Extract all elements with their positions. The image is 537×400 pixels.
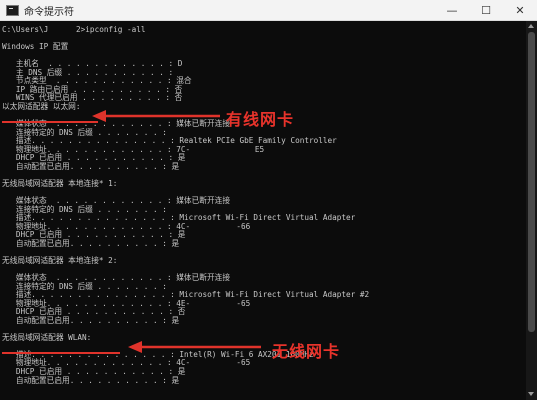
- close-button[interactable]: ✕: [503, 0, 537, 20]
- terminal-line: C:\Users\J 2>ipconfig -all: [2, 25, 146, 34]
- terminal-output[interactable]: C:\Users\J 2>ipconfig -all Windows IP 配置 …: [1, 22, 525, 400]
- terminal-line: 自动配置已启用. . . . . . . . . . : 是: [2, 238, 180, 248]
- wired-label: 有线网卡: [226, 110, 295, 129]
- scroll-thumb[interactable]: [528, 32, 535, 332]
- scroll-down-arrow-icon[interactable]: [528, 392, 534, 396]
- minimize-button[interactable]: —: [435, 0, 469, 20]
- terminal-line: 无线局域网适配器 WLAN:: [2, 332, 92, 342]
- terminal-line: 自动配置已启用. . . . . . . . . . : 是: [2, 315, 180, 325]
- wireless-underline: [2, 352, 120, 354]
- terminal-line: 自动配置已启用. . . . . . . . . . : 是: [2, 375, 180, 385]
- scroll-up-arrow-icon[interactable]: [528, 24, 534, 28]
- terminal-line: 以太网适配器 以太网:: [2, 101, 81, 111]
- title-bar[interactable]: 命令提示符 — ☐ ✕: [0, 0, 537, 21]
- window-controls: — ☐ ✕: [435, 0, 537, 20]
- cmd-icon: [6, 4, 19, 16]
- cmd-window: 命令提示符 — ☐ ✕ C:\Users\J 2>ipconfig -all Wi…: [0, 0, 537, 400]
- wired-underline: [2, 121, 98, 123]
- window-title: 命令提示符: [24, 6, 74, 18]
- wireless-arrow-icon: [128, 341, 261, 353]
- terminal-line: 无线局域网适配器 本地连接* 2:: [2, 255, 118, 265]
- wired-arrow-icon: [92, 110, 220, 122]
- wireless-label: 无线网卡: [272, 342, 341, 361]
- terminal-line: Windows IP 配置: [2, 42, 69, 52]
- maximize-button[interactable]: ☐: [469, 0, 503, 20]
- terminal-line: 无线局域网适配器 本地连接* 1:: [2, 178, 118, 188]
- terminal-line: 自动配置已启用. . . . . . . . . . : 是: [2, 161, 180, 171]
